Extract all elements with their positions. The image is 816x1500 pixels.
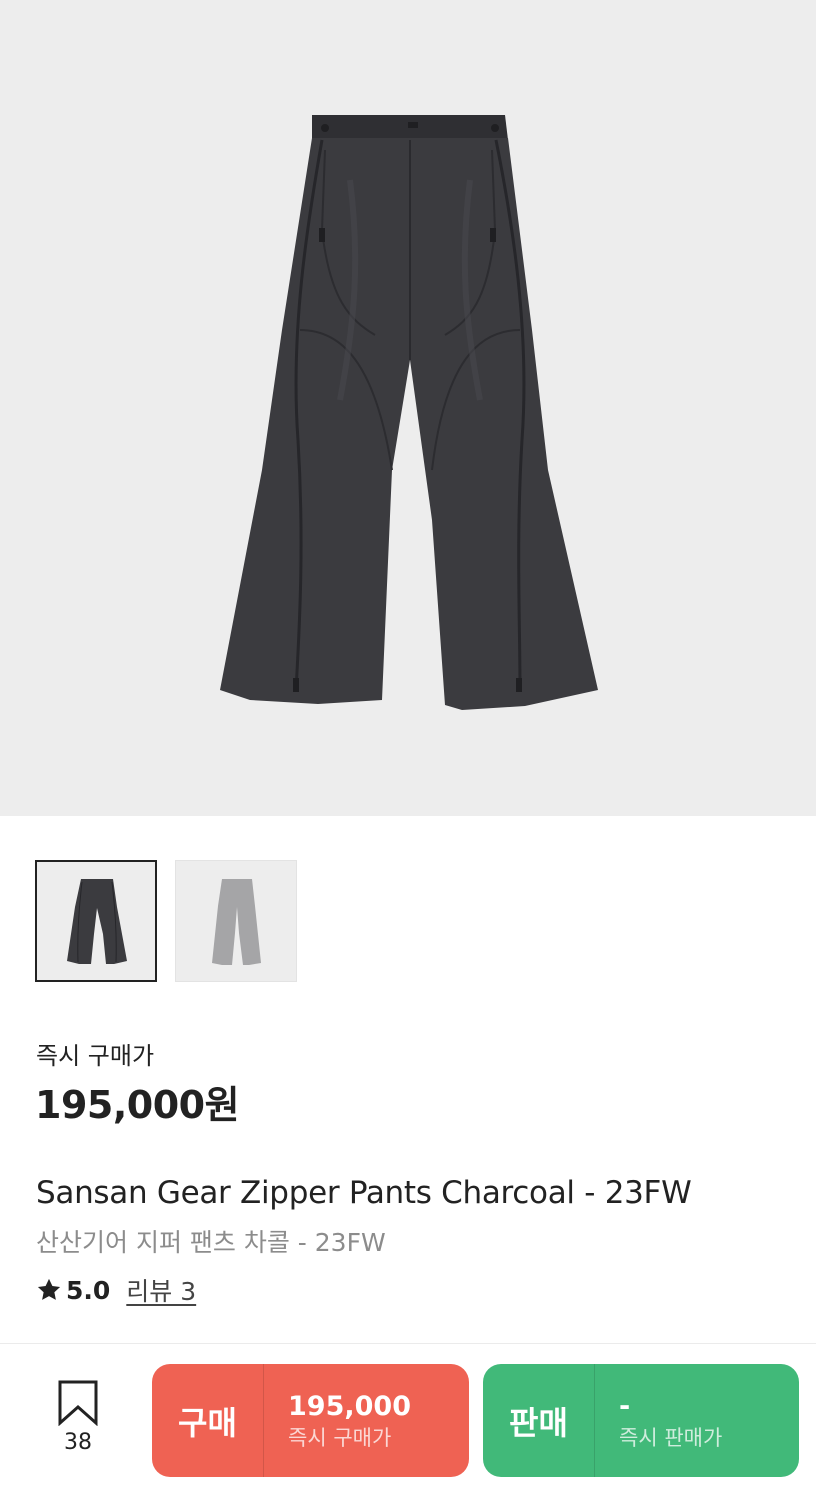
rating: 5.0 리뷰 3: [35, 1272, 196, 1308]
buy-info: 195,000 즉시 구매가: [264, 1364, 469, 1477]
product-title-korean: 산산기어 지퍼 팬츠 차콜 - 23FW: [36, 1228, 386, 1257]
thumbnail-list: [35, 860, 297, 982]
sell-info: - 즉시 판매가: [595, 1364, 799, 1477]
price-value: 195,000원: [35, 1083, 240, 1127]
thumbnail-grey[interactable]: [175, 860, 297, 982]
bookmark-icon: [58, 1380, 98, 1426]
buy-price: 195,000: [288, 1390, 411, 1422]
sell-button[interactable]: 판매 - 즉시 판매가: [483, 1364, 799, 1477]
buy-sub-label: 즉시 구매가: [288, 1425, 392, 1450]
pants-image: [220, 115, 598, 710]
sell-label: 판매: [483, 1364, 595, 1477]
bookmark-count: 38: [64, 1430, 92, 1455]
thumbnail-charcoal[interactable]: [35, 860, 157, 982]
sell-sub-label: 즉시 판매가: [619, 1425, 723, 1450]
pants-thumbnail-grey: [212, 879, 261, 965]
review-link[interactable]: 리뷰 3: [126, 1272, 196, 1308]
rating-value: 5.0: [66, 1275, 111, 1305]
product-hero-image[interactable]: [0, 0, 816, 816]
pants-thumbnail-charcoal: [67, 879, 127, 964]
bookmark-button[interactable]: 38: [40, 1380, 116, 1455]
star-icon: [37, 1278, 61, 1300]
buy-label: 구매: [152, 1364, 264, 1477]
product-title-english: Sansan Gear Zipper Pants Charcoal - 23FW: [36, 1175, 692, 1211]
bottom-action-bar: 38 구매 195,000 즉시 구매가 판매 - 즉시 판매가: [0, 1343, 816, 1500]
price-label: 즉시 구매가: [36, 1042, 155, 1070]
sell-price: -: [619, 1390, 631, 1422]
buy-button[interactable]: 구매 195,000 즉시 구매가: [152, 1364, 469, 1477]
